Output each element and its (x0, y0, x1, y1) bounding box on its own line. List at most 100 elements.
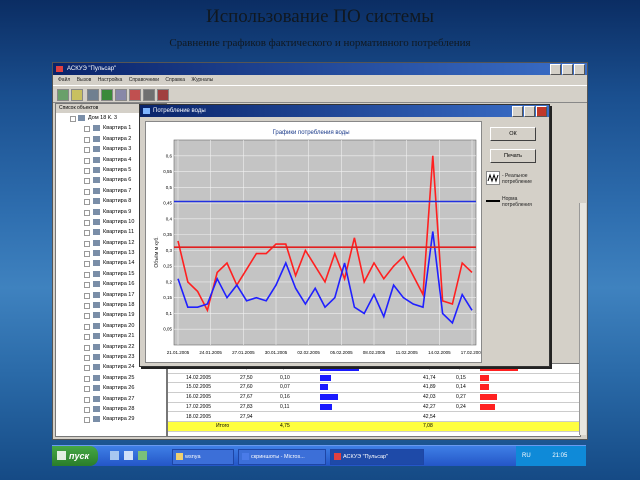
maximize-button[interactable] (562, 64, 573, 75)
expand-icon[interactable] (84, 199, 90, 206)
connect-icon[interactable] (57, 89, 69, 101)
table-row[interactable]: 16.02.2005 27,67 0,16 42,03 0,27 (168, 393, 580, 403)
folder-icon (176, 453, 183, 460)
table-icon[interactable] (101, 89, 113, 101)
expand-icon[interactable] (84, 292, 90, 299)
ok-button[interactable]: ОК (490, 127, 536, 141)
language-indicator[interactable]: RU (522, 453, 531, 459)
app-icon (56, 66, 63, 72)
dialog-close-button[interactable] (536, 106, 547, 117)
menu-settings[interactable]: Настройка (98, 77, 123, 83)
report-icon[interactable] (129, 89, 141, 101)
expand-icon[interactable] (84, 386, 90, 393)
ie-icon[interactable] (110, 451, 119, 460)
folder-icon[interactable] (71, 89, 83, 101)
print-button[interactable]: Печать (490, 149, 536, 163)
x-tick-label: 27.01.2005 (232, 350, 255, 355)
tree-item-label: Квартира 22 (103, 343, 135, 350)
totals-row: Итого 4,75 7,08 (168, 422, 580, 432)
table-row[interactable]: 14.02.2005 27,50 0,10 41,74 0,15 (168, 374, 580, 384)
chart-icon[interactable] (115, 89, 127, 101)
expand-icon[interactable] (84, 219, 90, 226)
apartment-icon (93, 281, 100, 288)
collapse-icon[interactable] (70, 116, 76, 122)
cell-a: 27,50 (240, 374, 253, 381)
tree-item-label: Квартира 3 (103, 146, 132, 153)
value-bar-blue (320, 374, 331, 381)
expand-icon[interactable] (84, 375, 90, 382)
expand-icon[interactable] (84, 136, 90, 143)
menu-call[interactable]: Вызов (77, 77, 92, 83)
start-button[interactable]: пуск (52, 446, 98, 466)
word-icon (242, 453, 249, 460)
slide-subtitle: Сравнение графиков фактического и нормат… (169, 37, 471, 49)
task-wsnya[interactable]: wsnya (172, 449, 234, 465)
menu-directories[interactable]: Справочники (129, 77, 159, 83)
tree-item-label: Квартира 12 (103, 239, 135, 246)
value-bar-blue (320, 394, 338, 401)
cell-d: 0,15 (456, 374, 466, 381)
expand-icon[interactable] (84, 261, 90, 268)
expand-icon[interactable] (84, 147, 90, 154)
expand-icon[interactable] (84, 303, 90, 310)
expand-icon[interactable] (84, 167, 90, 174)
expand-icon[interactable] (84, 396, 90, 403)
expand-icon[interactable] (84, 271, 90, 278)
tree-item-apartment[interactable]: Квартира 25 (56, 373, 166, 383)
dialog-minimize-button[interactable] (512, 106, 523, 117)
media-icon[interactable] (138, 451, 147, 460)
table-row[interactable]: 18.02.2005 27,94 42,54 (168, 413, 580, 423)
close-button[interactable] (574, 64, 585, 75)
expand-icon[interactable] (84, 126, 90, 133)
expand-icon[interactable] (84, 354, 90, 361)
cell-b: 0,11 (280, 403, 290, 410)
expand-icon[interactable] (84, 323, 90, 330)
tree-root-label: Дом 18 К. 3 (88, 115, 118, 121)
expand-icon[interactable] (84, 240, 90, 247)
tree-item-label: Квартира 10 (103, 218, 135, 225)
table-row[interactable]: 15.02.2005 27,60 0,07 41,89 0,14 (168, 383, 580, 394)
expand-icon[interactable] (84, 313, 90, 320)
menu-help[interactable]: Справка (165, 77, 185, 83)
tree-item-apartment[interactable]: Квартира 28 (56, 404, 166, 414)
apartment-icon (93, 166, 100, 173)
task-screenshots[interactable]: скриншоты - Micros... (238, 449, 326, 465)
menu-journals[interactable]: Журналы (191, 77, 213, 83)
apartment-icon (93, 364, 100, 371)
desktop-icon[interactable] (124, 451, 133, 460)
apartment-icon (93, 322, 100, 329)
expand-icon[interactable] (84, 251, 90, 258)
y-tick-label: 0,15 (163, 295, 172, 300)
tree-item-apartment[interactable]: Квартира 27 (56, 394, 166, 404)
scrollbar[interactable] (579, 203, 586, 435)
expand-icon[interactable] (84, 157, 90, 164)
dialog-maximize-button[interactable] (524, 106, 535, 117)
y-tick-label: 0,25 (163, 264, 172, 269)
tree-item-apartment[interactable]: Квартира 26 (56, 383, 166, 393)
print-icon[interactable] (143, 89, 155, 101)
expand-icon[interactable] (84, 334, 90, 341)
menu-bar: Файл Вызов Настройка Справочники Справка… (53, 75, 587, 85)
cell-date: 16.02.2005 (186, 394, 212, 401)
list-icon[interactable] (87, 89, 99, 101)
expand-icon[interactable] (84, 344, 90, 351)
expand-icon[interactable] (84, 406, 90, 413)
tree-item-apartment[interactable]: Квартира 29 (56, 414, 166, 424)
minimize-button[interactable] (550, 64, 561, 75)
table-row[interactable]: 17.02.2005 27,83 0,11 42,27 0,24 (168, 403, 580, 413)
x-tick-label: 14.02.2005 (428, 350, 451, 355)
expand-icon[interactable] (84, 365, 90, 372)
task-askue[interactable]: АСКУЭ "Пульсар" (330, 449, 424, 465)
cell-c: 42,54 (423, 413, 436, 420)
book-icon[interactable] (157, 89, 169, 101)
expand-icon[interactable] (84, 209, 90, 216)
expand-icon[interactable] (84, 417, 90, 424)
expand-icon[interactable] (84, 230, 90, 237)
expand-icon[interactable] (84, 282, 90, 289)
menu-file[interactable]: Файл (58, 77, 70, 83)
expand-icon[interactable] (84, 188, 90, 195)
total-b: 4,75 (280, 423, 290, 430)
apartment-icon (93, 302, 100, 309)
expand-icon[interactable] (84, 178, 90, 185)
norm-legend-icon (486, 200, 500, 202)
